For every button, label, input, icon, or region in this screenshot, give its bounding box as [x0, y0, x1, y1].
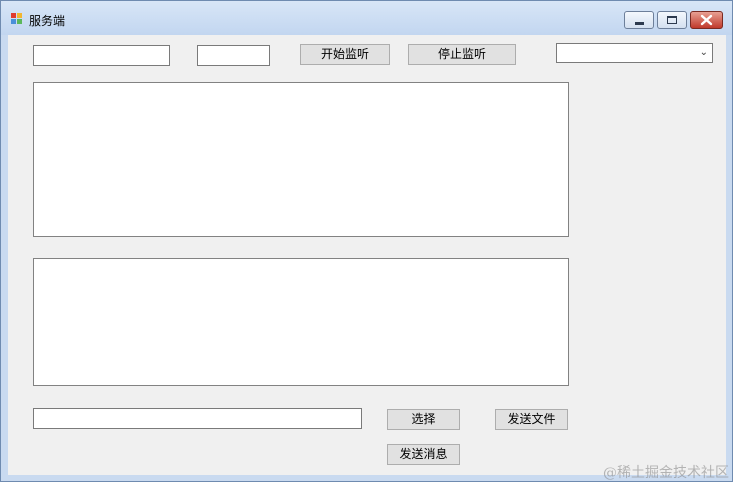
ip-address-input[interactable]: [33, 45, 170, 66]
port-input[interactable]: [197, 45, 270, 66]
minimize-button[interactable]: [624, 11, 654, 29]
send-file-button[interactable]: 发送文件: [495, 409, 568, 430]
app-window-icon: [11, 13, 23, 25]
stop-listen-button[interactable]: 停止监听: [408, 44, 516, 65]
app-window: 服务端 开始监听 停止监听 ⌄ 选择 发送文件 发送消息: [0, 0, 733, 482]
maximize-icon: [667, 16, 677, 24]
start-listen-button[interactable]: 开始监听: [300, 44, 390, 65]
minimize-icon: [635, 22, 644, 25]
send-message-button[interactable]: 发送消息: [387, 444, 460, 465]
message-textarea[interactable]: [33, 258, 569, 386]
chevron-down-icon: ⌄: [699, 47, 708, 58]
close-button[interactable]: [690, 11, 723, 29]
choose-file-button[interactable]: 选择: [387, 409, 460, 430]
watermark-text: @稀土掘金技术社区: [603, 465, 729, 481]
client-area: 开始监听 停止监听 ⌄ 选择 发送文件 发送消息: [8, 35, 726, 475]
close-icon: [700, 14, 713, 26]
title-bar[interactable]: 服务端: [1, 1, 732, 35]
window-title: 服务端: [29, 14, 66, 28]
maximize-button[interactable]: [657, 11, 687, 29]
client-select[interactable]: ⌄: [556, 43, 713, 63]
log-textarea[interactable]: [33, 82, 569, 237]
file-path-input[interactable]: [33, 408, 362, 429]
